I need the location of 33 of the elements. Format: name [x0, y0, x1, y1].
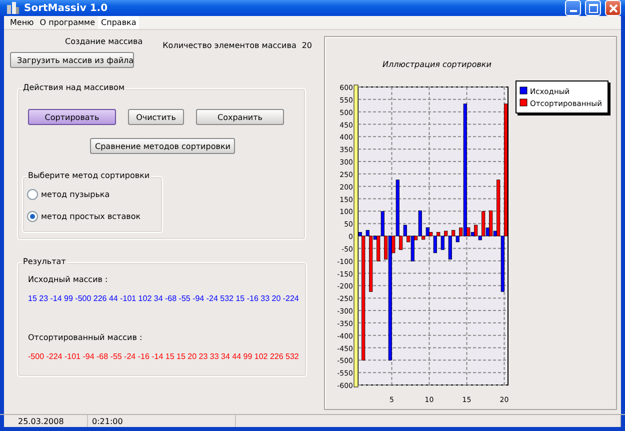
source-array-text: 15 23 -14 99 -500 226 44 -101 102 34 -68 -55 -94 -24 532 15 -16 33 20 -224 — [28, 294, 299, 303]
minimize-button[interactable] — [565, 0, 581, 16]
sort-button[interactable]: Сортировать — [28, 109, 116, 125]
chart-title: Иллюстрация сортировки — [382, 60, 492, 69]
maximize-icon — [588, 4, 598, 12]
minimize-icon — [570, 10, 576, 12]
radio-label[interactable]: метод пузырька — [41, 190, 110, 199]
close-icon — [608, 4, 618, 12]
close-button[interactable] — [605, 0, 621, 16]
group-title: Действия над массивом — [22, 83, 126, 93]
radio-label[interactable]: метод простых вставок — [41, 212, 141, 221]
maximize-button[interactable] — [585, 0, 601, 16]
section-heading: Создание массива — [65, 37, 143, 46]
menu-item[interactable]: Справка — [98, 16, 140, 29]
group-title: Результат — [22, 257, 67, 267]
radio-button[interactable] — [27, 189, 38, 200]
menu-item[interactable]: О программе — [36, 16, 98, 29]
menu-item[interactable]: Меню — [7, 16, 37, 29]
count-label: Количество элементов массива — [162, 41, 296, 50]
sorted-array-text: -500 -224 -101 -94 -68 -55 -24 -16 -14 15 15 20 23 33 34 44 99 102 226 532 — [28, 352, 299, 361]
app-icon — [6, 1, 20, 15]
status-text: 25.03.2008 — [4, 415, 88, 427]
source-array-label: Исходный массив : — [28, 275, 109, 284]
window-title: SortMassiv 1.0 — [24, 2, 108, 14]
radio-button[interactable] — [27, 211, 38, 222]
load-file-button[interactable]: Загрузить массив из файла — [10, 52, 134, 68]
clear-button[interactable]: Очистить — [128, 109, 184, 125]
group-title: Выберите метод сортировки — [27, 171, 151, 181]
sorted-array-label: Отсортированный массив : — [28, 333, 144, 342]
count-value: 20 — [302, 41, 312, 50]
compare-methods-button[interactable]: Сравнение методов сортировки — [90, 138, 236, 154]
save-button[interactable]: Сохранить — [196, 109, 284, 125]
status-text: 0:21:00 — [88, 415, 236, 427]
